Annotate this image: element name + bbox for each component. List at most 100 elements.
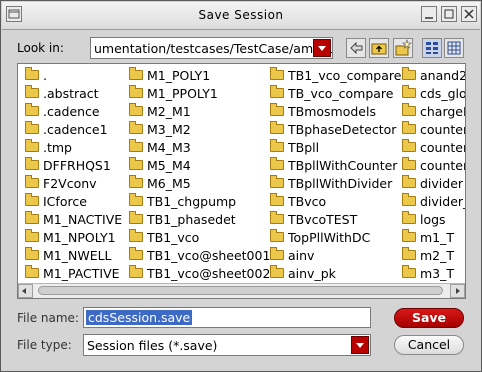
back-button[interactable] [346, 38, 366, 58]
folder-name: ainv [288, 248, 315, 263]
folder-name: logs [420, 212, 446, 227]
folder-icon [129, 229, 143, 242]
folder-icon [402, 229, 416, 242]
folder-name: .cadence [43, 104, 100, 119]
folder-icon [25, 121, 39, 134]
folder-icon [402, 193, 416, 206]
folder-name: TB1_vco_compare [288, 68, 402, 83]
cancel-button[interactable]: Cancel [394, 335, 464, 355]
folder-icon [270, 193, 284, 206]
folder-icon [25, 175, 39, 188]
folder-name: ainv_pk [288, 266, 336, 281]
folder-icon [402, 157, 416, 170]
folder-icon [402, 67, 416, 80]
folder-name: counter4 [420, 158, 465, 173]
folder-icon [25, 67, 39, 80]
folder-icon [25, 193, 39, 206]
folder-name: anand2 [420, 68, 466, 83]
scrollbar-thumb[interactable] [38, 286, 443, 295]
folder-icon [129, 211, 143, 224]
new-folder-button[interactable] [393, 38, 413, 58]
maximize-button[interactable] [441, 6, 457, 22]
folder-icon [25, 85, 39, 98]
folder-icon [129, 139, 143, 152]
look-in-combo[interactable]: umentation/testcases/TestCase/amsPLL/ [90, 37, 333, 59]
file-name-label: File name: [17, 311, 79, 325]
title-bar[interactable]: Save Session [2, 2, 480, 30]
scroll-right-icon[interactable] [450, 284, 465, 298]
detail-view-icon [447, 41, 461, 55]
close-button[interactable] [461, 6, 477, 22]
folder-name: TopPllWithDC [288, 230, 371, 245]
folder-name: counter3 [420, 140, 465, 155]
folder-icon [402, 139, 416, 152]
folder-icon [402, 85, 416, 98]
folder-name: counter3 [420, 122, 465, 137]
file-list[interactable]: . .abstract .cadence .cadence1 .tmp DFFR… [17, 63, 466, 299]
maximize-icon [444, 9, 454, 19]
folder-name: TB1_vco@sheet002 [147, 266, 271, 281]
save-button[interactable]: Save [394, 308, 464, 328]
folder-icon [270, 211, 284, 224]
folder-icon [270, 229, 284, 242]
folder-name: M1_PACTIVE [43, 266, 120, 281]
folder-name: TBpll [288, 140, 320, 155]
folder-name: divider_ [420, 194, 466, 209]
file-type-select[interactable]: Session files (*.save) [83, 334, 371, 356]
folder-icon [402, 121, 416, 134]
folder-name: M4_M3 [147, 140, 191, 155]
folder-name: TB1_vco [147, 230, 200, 245]
folder-icon [270, 139, 284, 152]
file-name-input[interactable]: cdsSession.save [83, 307, 371, 328]
detail-view-button[interactable] [444, 38, 464, 58]
folder-icon [25, 247, 39, 260]
folder-name: M1_NPOLY1 [43, 230, 116, 245]
folder-name: M1_PPOLY1 [147, 86, 218, 101]
folder-name: TB1_vco@sheet001 [147, 248, 271, 263]
folder-name: M1_NACTIVE [43, 212, 123, 227]
chevron-down-icon[interactable] [313, 39, 331, 57]
folder-icon [129, 193, 143, 206]
folder-name: M6_M5 [147, 176, 191, 191]
folder-name: .tmp [43, 140, 72, 155]
folder-icon [129, 247, 143, 260]
folder-icon [129, 103, 143, 116]
folder-icon [129, 157, 143, 170]
folder-name: .abstract [43, 86, 99, 101]
chevron-down-icon[interactable] [351, 336, 369, 354]
folder-icon [129, 175, 143, 188]
folder-icon [129, 121, 143, 134]
minimize-button[interactable] [421, 6, 437, 22]
minimize-icon [425, 17, 433, 19]
folder-name: M1_NWELL [43, 248, 112, 263]
folder-name: TB1_chgpump [147, 194, 237, 209]
close-icon [464, 9, 474, 19]
folder-name: TB1_phasedet [147, 212, 236, 227]
back-arrow-icon [350, 41, 363, 55]
folder-icon [402, 103, 416, 116]
parent-folder-button[interactable] [369, 38, 389, 58]
horizontal-scrollbar[interactable] [18, 283, 465, 298]
folder-name: m1_T [420, 230, 455, 245]
folder-icon [402, 247, 416, 260]
folder-name: TBvcoTEST [288, 212, 358, 227]
folder-name: cds_glob [420, 86, 466, 101]
folder-name: M2_M1 [147, 104, 191, 119]
folder-icon [25, 103, 39, 116]
folder-icon [25, 157, 39, 170]
scroll-left-icon[interactable] [18, 284, 33, 298]
folder-name: . [43, 68, 47, 83]
folder-icon [270, 175, 284, 188]
folder-name: TB_vco_compare [288, 86, 394, 101]
window-title: Save Session [198, 8, 284, 22]
folder-icon [25, 211, 39, 224]
folder-name: TBpllWithCounter [288, 158, 398, 173]
folder-name: divider [420, 176, 464, 191]
parent-folder-icon [371, 43, 387, 55]
list-view-button[interactable] [422, 38, 442, 58]
folder-name: DFFRHQS1 [43, 158, 111, 173]
folder-name: TBmosmodels [288, 104, 376, 119]
folder-icon [270, 121, 284, 134]
folder-icon [129, 265, 143, 278]
folder-name: m2_T [420, 248, 455, 263]
